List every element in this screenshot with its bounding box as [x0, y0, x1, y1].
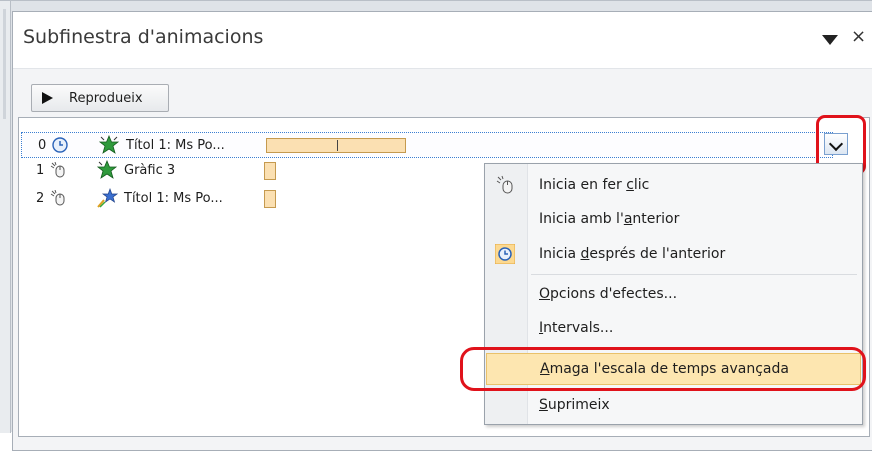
pane-title: Subfinestra d'animacions [23, 26, 264, 48]
star-burst-icon [98, 135, 120, 154]
mouse-click-icon [496, 175, 513, 194]
menu-item-label: Opcions d'efectes... [539, 286, 678, 302]
menu-item-start-on-click[interactable]: Inicia en fer clic [486, 169, 861, 201]
clock-icon [495, 244, 515, 264]
menu-separator [531, 274, 857, 275]
splitter-grip[interactable] [3, 9, 6, 119]
mouse-click-icon [50, 162, 65, 178]
animation-order: 1 [36, 163, 45, 178]
animation-row[interactable]: 0 Títol 1: Ms Po... [21, 132, 833, 158]
menu-item-label: Inicia en fer clic [539, 177, 650, 193]
play-button-label: Reprodueix [69, 91, 143, 106]
mouse-click-icon [50, 190, 65, 206]
menu-item-effect-options[interactable]: Opcions d'efectes... [486, 278, 861, 310]
animation-name: Gràfic 3 [124, 163, 176, 178]
menu-item-remove[interactable]: Suprimeix [486, 389, 861, 421]
fly-star-icon [97, 188, 118, 208]
timeline-bar[interactable] [264, 162, 276, 180]
star-burst-icon [96, 160, 118, 179]
highlight-menu-item [460, 347, 866, 391]
animation-order: 0 [38, 138, 47, 153]
timeline-bar[interactable] [264, 190, 276, 208]
close-icon[interactable]: × [851, 26, 866, 47]
triangle-down-icon [822, 35, 838, 45]
clock-icon [52, 137, 68, 153]
timeline-bar[interactable] [266, 138, 406, 153]
animation-name: Títol 1: Ms Po... [124, 191, 223, 206]
menu-item-label: Inicia amb l'anterior [539, 211, 680, 227]
menu-item-label: Suprimeix [539, 397, 610, 413]
splitter[interactable] [0, 1, 11, 433]
menu-item-start-after-previous[interactable]: Inicia després de l'anterior [486, 238, 861, 270]
play-button[interactable]: Reprodueix [31, 84, 169, 112]
animation-name: Títol 1: Ms Po... [126, 138, 225, 153]
timeline-marker [337, 140, 338, 151]
menu-item-label: Intervals... [539, 320, 614, 336]
pane-titlebar: Subfinestra d'animacions × [13, 12, 872, 69]
menu-item-label: Inicia després de l'anterior [539, 246, 726, 262]
animation-order: 2 [36, 191, 45, 206]
pane-options-button[interactable] [819, 28, 841, 50]
application-frame: Subfinestra d'animacions × Reprodueix 0 [0, 0, 872, 451]
menu-item-timing[interactable]: Intervals... [486, 312, 861, 344]
menu-item-start-with-previous[interactable]: Inicia amb l'anterior [486, 203, 861, 235]
play-icon [42, 92, 53, 104]
